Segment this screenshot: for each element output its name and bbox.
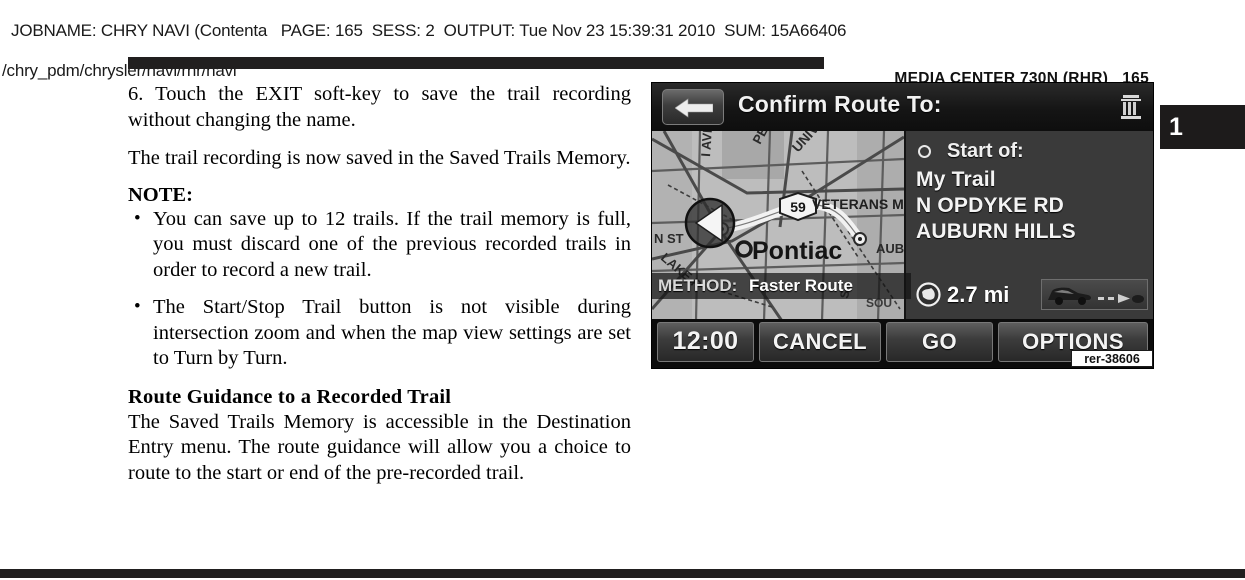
saved-trail-paragraph: The trail recording is now saved in the … (128, 147, 631, 169)
start-point-icon (918, 145, 931, 158)
chapter-tab: 1 (1160, 105, 1245, 149)
destination-address: My Trail N OPDYKE RD AUBURN HILLS (916, 167, 1152, 245)
note-label: NOTE: (128, 183, 193, 206)
svg-text:N ST: N ST (654, 231, 684, 246)
method-value: Faster Route (749, 276, 853, 295)
clock-display[interactable]: 12:00 (657, 321, 754, 362)
list-item: You can save up to 12 trails. If the tra… (128, 206, 631, 284)
section-subheading: Route Guidance to a Recorded Trail (128, 385, 452, 408)
back-button[interactable] (662, 89, 724, 125)
car-to-destination-icon (1048, 287, 1144, 305)
footer-rule (0, 569, 1245, 578)
svg-text:59: 59 (790, 199, 806, 215)
start-of-row: Start of: (918, 140, 1024, 163)
go-button[interactable]: GO (886, 321, 993, 362)
back-arrow-icon (675, 98, 713, 118)
job-header-line-1: JOBNAME: CHRY NAVI (Contenta PAGE: 165 S… (11, 21, 847, 40)
destination-info-panel: Start of: My Trail N OPDYKE RD AUBURN HI… (904, 131, 1153, 321)
svg-text:VETERANS ME: VETERANS ME (812, 196, 904, 212)
navigation-screenshot: Confirm Route To: Pontiac 59 I AVE VETER… (651, 82, 1154, 369)
globe-route-icon (916, 282, 941, 307)
figure-caption: rer-38606 (1071, 350, 1153, 367)
chapter-tab-number: 1 (1169, 113, 1183, 141)
route-preview-button[interactable] (1041, 279, 1148, 310)
route-method-bar[interactable]: METHOD: Faster Route (652, 273, 911, 299)
distance-row: 2.7 mi (916, 277, 1148, 313)
start-of-label: Start of: (947, 140, 1024, 162)
nav-title-bar: Confirm Route To: (652, 83, 1153, 131)
method-label: METHOD: (658, 276, 738, 295)
note-bullet-list: You can save up to 12 trails. If the tra… (128, 206, 631, 372)
svg-text:I AVE: I AVE (698, 131, 715, 157)
address-line-1: My Trail (916, 168, 996, 191)
list-item: The Start/Stop Trail button is not visib… (128, 294, 631, 372)
svg-text:Pontiac: Pontiac (752, 237, 842, 265)
nav-title-text: Confirm Route To: (738, 91, 942, 117)
svg-text:AUB: AUB (876, 241, 904, 256)
address-line-2: N OPDYKE RD (916, 194, 1065, 217)
cancel-button[interactable]: CANCEL (759, 321, 881, 362)
body-column: 6. Touch the EXIT soft-key to save the t… (128, 82, 631, 499)
address-line-3: AUBURN HILLS (916, 220, 1076, 243)
distance-value: 2.7 mi (947, 282, 1010, 307)
destination-building-icon[interactable] (1120, 93, 1142, 121)
step-6-paragraph: 6. Touch the EXIT soft-key to save the t… (128, 83, 631, 131)
header-rule (128, 57, 824, 69)
route-guidance-paragraph: The Saved Trails Memory is accessible in… (128, 410, 631, 484)
